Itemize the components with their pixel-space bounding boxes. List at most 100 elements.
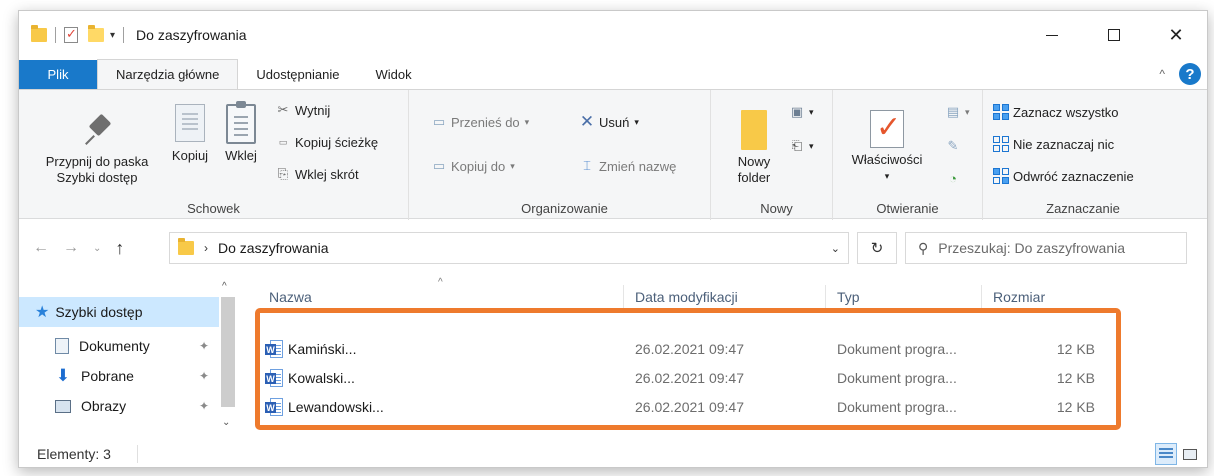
easy-access-button[interactable]: ⎗ ▾ [789, 138, 814, 154]
delete-dropdown-icon: ▾ [634, 116, 639, 127]
large-icons-view-button[interactable] [1179, 443, 1201, 465]
scroll-up-icon[interactable]: ^ [222, 281, 227, 292]
column-divider[interactable] [825, 285, 826, 309]
refresh-button[interactable]: ↻ [857, 232, 897, 264]
move-to-button[interactable]: ▭ Przenieś do ▾ [431, 114, 529, 130]
group-clipboard: Przypnij do paska Szybki dostęp Kopiuj W… [19, 90, 409, 220]
nav-item-documents[interactable]: Dokumenty ✦ [19, 331, 219, 361]
properties-label: Właściwości [851, 152, 923, 167]
properties-icon[interactable] [64, 26, 78, 43]
cut-label: Wytnij [295, 102, 331, 118]
pin-icon [81, 112, 113, 148]
new-folder-icon[interactable] [88, 25, 104, 42]
view-switcher [1153, 443, 1201, 465]
nav-item-downloads[interactable]: ⬇ Pobrane ✦ [19, 361, 219, 391]
refresh-icon: ↻ [870, 240, 884, 257]
maximize-button[interactable] [1083, 11, 1145, 59]
back-arrow-icon[interactable]: ← [33, 239, 49, 257]
quick-access-toolbar: ▾ Do zaszyfrowania [31, 25, 247, 43]
customize-toolbar-dropdown-icon[interactable]: ▾ [110, 30, 115, 41]
help-icon[interactable]: ? [1179, 63, 1201, 85]
scroll-thumb[interactable] [221, 297, 235, 407]
highlight-frame [255, 308, 1121, 430]
navigation-row: ← → ⌄ ↑ › Do zaszyfrowania ⌄ ↻ ⚲ Przeszu… [19, 221, 1207, 275]
group-label-new: Nowy [760, 201, 793, 216]
paste-shortcut-label: Wklej skrót [295, 166, 359, 182]
ribbon-tabs: Plik Narzędzia główne Udostępnianie Wido… [19, 59, 1207, 89]
item-count: Elementy: 3 [37, 446, 111, 462]
paste-button[interactable]: Wklej [217, 101, 265, 164]
folder-icon [31, 25, 47, 42]
properties-button[interactable]: Właściwości ▾ [841, 109, 933, 184]
paste-shortcut-button[interactable]: ⎘ Wklej skrót [275, 166, 359, 182]
invert-selection-label: Odwróć zaznaczenie [1013, 168, 1134, 184]
search-placeholder: Przeszukaj: Do zaszyfrowania [938, 240, 1126, 256]
large-icons-view-icon [1183, 448, 1197, 460]
copy-path-button[interactable]: ▭ Kopiuj ścieżkę [275, 134, 378, 150]
new-folder-button[interactable]: Nowy folder [729, 110, 779, 186]
title-divider [123, 27, 125, 43]
new-item-dropdown-icon: ▾ [809, 106, 814, 117]
column-header-type[interactable]: Typ [837, 289, 860, 305]
nav-item-quick-access[interactable]: ★ Szybki dostęp [19, 297, 219, 327]
select-none-button[interactable]: Nie zaznaczaj nic [993, 136, 1114, 152]
select-all-button[interactable]: Zaznacz wszystko [993, 104, 1118, 120]
select-none-label: Nie zaznaczaj nic [1013, 136, 1115, 152]
group-label-open: Otwieranie [876, 201, 939, 216]
title-bar: ▾ Do zaszyfrowania ✕ [19, 11, 1207, 59]
easy-access-icon: ⎗ [791, 138, 803, 153]
group-label-organize: Organizowanie [521, 201, 608, 216]
up-arrow-icon[interactable]: ↑ [115, 238, 124, 259]
address-dropdown-icon[interactable]: ⌄ [831, 242, 840, 255]
delete-x-icon: ✕ [579, 112, 595, 131]
tab-share[interactable]: Udostępnianie [238, 60, 357, 89]
new-item-button[interactable]: ▣ ▾ [789, 104, 814, 120]
scroll-down-icon[interactable]: ⌄ [222, 417, 230, 428]
select-all-icon [993, 104, 1009, 120]
column-header-size[interactable]: Rozmiar [993, 289, 1045, 305]
invert-selection-button[interactable]: Odwróć zaznaczenie [993, 168, 1134, 184]
tab-file[interactable]: Plik [19, 60, 97, 89]
breadcrumb-current[interactable]: Do zaszyfrowania [218, 240, 329, 256]
recent-locations-icon[interactable]: ⌄ [93, 243, 101, 254]
forward-arrow-icon[interactable]: → [63, 239, 79, 257]
window-controls: ✕ [1021, 11, 1207, 59]
column-divider[interactable] [981, 285, 982, 309]
cut-button[interactable]: ✂ Wytnij [275, 102, 331, 118]
tab-home[interactable]: Narzędzia główne [97, 59, 239, 89]
pin-label: Przypnij do paska Szybki dostęp [45, 154, 149, 185]
properties-dropdown-icon: ▾ [884, 171, 890, 181]
delete-button[interactable]: ✕ Usuń ▾ [579, 112, 639, 131]
history-button[interactable]: ◔ [945, 170, 965, 186]
column-header-name[interactable]: Nazwa [269, 289, 312, 305]
explorer-window: ▾ Do zaszyfrowania ✕ Plik Narzędzia głów… [18, 10, 1208, 468]
close-button[interactable]: ✕ [1145, 11, 1207, 59]
tab-view[interactable]: Widok [357, 60, 429, 89]
navigation-pane: ★ Szybki dostęp Dokumenty ✦ ⬇ Pobrane ✦ … [19, 277, 239, 433]
address-bar[interactable]: › Do zaszyfrowania ⌄ [169, 232, 849, 264]
new-item-icon: ▣ [790, 104, 804, 119]
collapse-ribbon-icon[interactable]: ^ [1159, 67, 1165, 81]
group-new: Nowy folder ▣ ▾ ⎗ ▾ Nowy [721, 90, 833, 220]
minimize-button[interactable] [1021, 11, 1083, 59]
pin-icon: ✦ [198, 369, 209, 383]
column-header-date[interactable]: Data modyfikacji [635, 289, 738, 305]
column-divider[interactable] [623, 285, 624, 309]
group-label-select: Zaznaczanie [1046, 201, 1120, 216]
nav-label: Dokumenty [79, 338, 150, 354]
open-button[interactable]: ▤ ▾ [945, 104, 970, 120]
history-icon: ◔ [949, 170, 957, 186]
nav-scrollbar[interactable]: ^ ⌄ [219, 277, 237, 433]
breadcrumb-chevron-icon[interactable]: › [204, 241, 208, 255]
nav-item-pictures[interactable]: Obrazy ✦ [19, 391, 219, 421]
details-view-button[interactable] [1155, 443, 1177, 465]
copy-to-label: Kopiuj do [451, 158, 506, 174]
edit-button[interactable]: ✎ [945, 138, 965, 154]
rename-button[interactable]: ⌶ Zmień nazwę [579, 158, 676, 174]
pin-quick-access-button[interactable]: Przypnij do paska Szybki dostęp [27, 112, 167, 186]
open-dropdown-icon: ▾ [965, 106, 970, 117]
invert-selection-icon [993, 168, 1009, 184]
copy-to-button[interactable]: ▭ Kopiuj do ▾ [431, 158, 515, 174]
copy-button[interactable]: Kopiuj [167, 104, 213, 164]
search-box[interactable]: ⚲ Przeszukaj: Do zaszyfrowania [905, 232, 1187, 264]
